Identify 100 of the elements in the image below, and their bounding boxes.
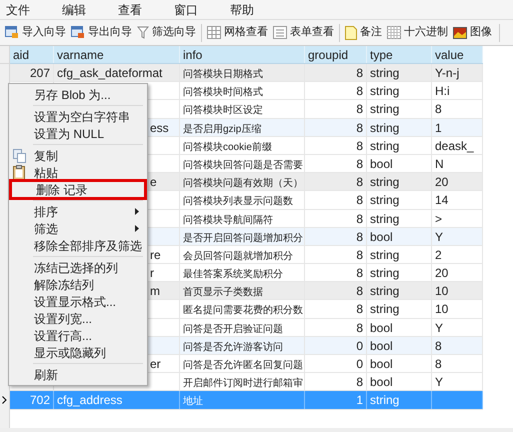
table-cell: 0 <box>356 338 363 353</box>
column-header[interactable]: info <box>183 48 202 62</box>
table-cell: 8 <box>356 156 363 171</box>
table-cell: 8 <box>356 102 363 116</box>
table-cell: 8 <box>435 102 442 116</box>
table-cell: 8 <box>356 302 363 316</box>
menu-item[interactable]: 文件 <box>4 0 32 18</box>
menu-item[interactable]: 编辑 <box>60 0 88 18</box>
table-cell: 8 <box>356 175 363 190</box>
table-cell: string <box>370 393 400 408</box>
table-cell: H:i <box>435 84 450 98</box>
toolbar-button[interactable]: 图像 <box>451 22 494 44</box>
table-cell: 1 <box>435 120 442 135</box>
table-cell: 问答模块cookie前缀 <box>183 142 272 153</box>
table-cell: string <box>370 66 400 80</box>
column-header[interactable]: type <box>370 48 393 62</box>
table-cell: 8 <box>356 193 363 208</box>
table-cell: 会员回答问题就增加积分 <box>183 250 293 262</box>
menu-item[interactable]: 帮助 <box>228 0 256 18</box>
table-cell: 14 <box>435 193 448 208</box>
column-header[interactable]: aid <box>13 48 30 62</box>
table-cell: 8 <box>356 266 363 280</box>
table-cell: 问答是否开启验证问题 <box>183 324 283 335</box>
toolbar-button[interactable]: 导入向导 <box>3 22 68 44</box>
column-header[interactable]: value <box>435 48 464 62</box>
table-cell: string <box>370 266 400 280</box>
table-cell: string <box>370 302 400 316</box>
table-cell: cfg_address <box>57 393 122 408</box>
submenu-arrow-icon <box>135 208 139 215</box>
table-cell: string <box>370 193 400 208</box>
menu-item[interactable]: 查看 <box>116 0 144 18</box>
toolbar-button[interactable]: 十六进制 <box>385 22 450 44</box>
table-cell: 是否启用gzip压缩 <box>183 124 262 135</box>
table-cell: 首页显示子类数据 <box>183 287 263 298</box>
table-cell: bool <box>370 320 393 335</box>
table-cell: string <box>370 102 400 116</box>
import-icon <box>5 26 19 39</box>
table-cell: Y <box>435 320 444 335</box>
table-cell: 8 <box>356 66 363 80</box>
copy-icon <box>13 149 26 163</box>
filter-icon <box>137 26 149 39</box>
grid-icon <box>207 26 221 39</box>
table-cell: bool <box>370 230 393 244</box>
table-cell: N <box>435 156 444 171</box>
toolbar-button[interactable]: 备注 <box>343 22 384 44</box>
table-cell: bool <box>370 375 393 390</box>
table-cell: e <box>150 175 157 190</box>
table-cell: 0 <box>356 357 363 371</box>
table-cell: Y <box>435 375 444 390</box>
toolbar-button[interactable]: 筛选向导 <box>135 22 198 44</box>
toolbar-button[interactable]: 网格查看 <box>205 22 270 44</box>
table-cell: 10 <box>435 284 448 298</box>
table-cell: deask_ <box>435 138 474 153</box>
column-header[interactable]: varname <box>57 48 104 62</box>
table-cell: string <box>370 175 400 190</box>
table-cell: 问答是否允许游客访问 <box>183 342 283 353</box>
table-cell: Y <box>435 230 444 244</box>
table-cell: 8 <box>356 375 363 390</box>
table-cell: bool <box>370 338 393 353</box>
table-cell: > <box>435 212 442 226</box>
table-cell: string <box>370 120 400 135</box>
table-cell: 问答模块时间格式 <box>183 87 263 98</box>
column-header[interactable]: groupid <box>308 48 348 62</box>
table-cell: 匿名提问需要花费的积分数 <box>183 305 303 316</box>
table-cell: Y-n-j <box>435 66 460 80</box>
table-cell: 20 <box>435 266 448 280</box>
table-cell: string <box>370 284 400 298</box>
table-cell: r <box>150 266 154 280</box>
table-cell: string <box>370 84 400 98</box>
menu-item[interactable]: 另存 Blob 为... <box>9 86 147 103</box>
submenu-arrow-icon <box>135 225 139 232</box>
table-cell: string <box>370 138 400 153</box>
table-cell: 8 <box>356 284 363 298</box>
table-cell: 702 <box>30 393 50 408</box>
current-row-icon <box>2 396 7 404</box>
table-cell: 1 <box>356 393 363 408</box>
table-cell: 问答模块时区设定 <box>183 105 263 116</box>
table-cell: 最佳答案系统奖励积分 <box>183 269 283 280</box>
table-row[interactable]: 207 cfg_ask_dateformat 问答模块日期格式 8 string Y-n-j <box>10 64 483 82</box>
table-cell: cfg_ask_dateformat <box>57 66 162 80</box>
table-cell: 8 <box>356 84 363 98</box>
table-cell: 8 <box>435 357 442 371</box>
table-cell: 地址 <box>183 396 203 408</box>
table-cell: 是否开启回答问题增加积分 <box>183 232 303 244</box>
table-cell: 8 <box>356 320 363 335</box>
table-cell: 8 <box>356 212 363 226</box>
table-cell: 8 <box>356 138 363 153</box>
toolbar-button[interactable]: 导出向导 <box>69 22 134 44</box>
table-cell: 207 <box>30 66 50 80</box>
table-cell: 8 <box>435 338 442 353</box>
image-icon <box>453 26 467 38</box>
table-cell: 问答是否允许匿名回复问题 <box>183 360 303 371</box>
table-cell: 10 <box>435 302 448 316</box>
table-cell: re <box>150 248 161 262</box>
table-cell: 问答模块日期格式 <box>183 69 263 80</box>
menu-item[interactable]: 窗口 <box>172 0 200 18</box>
table-cell: m <box>150 284 160 298</box>
table-cell: 8 <box>356 248 363 262</box>
note-icon <box>345 26 357 40</box>
toolbar-button[interactable]: 表单查看 <box>271 22 336 44</box>
